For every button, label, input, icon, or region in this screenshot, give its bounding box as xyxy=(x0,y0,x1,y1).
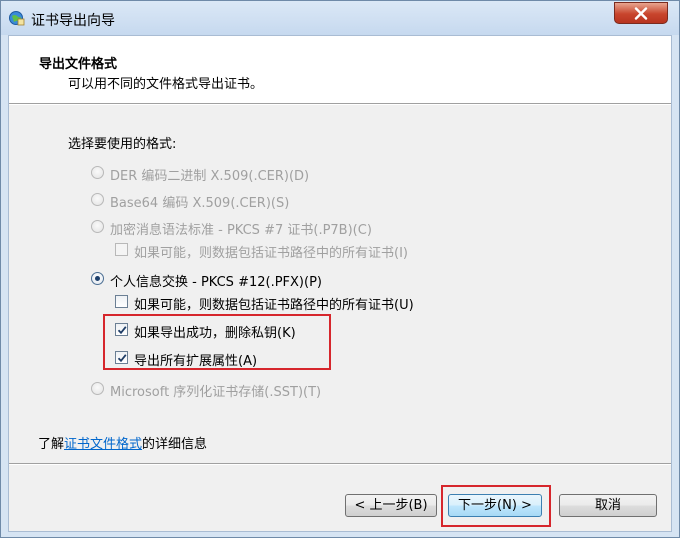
window-title: 证书导出向导 xyxy=(31,13,115,29)
certificate-export-wizard-window: 证书导出向导 导出文件格式 可以用不同的文件格式导出证书。 选择要使用的格式: … xyxy=(0,0,680,538)
radio-pkcs7-circle[interactable] xyxy=(91,220,104,233)
radio-base64-circle[interactable] xyxy=(91,193,104,206)
learn-more-prefix: 了解 xyxy=(38,437,65,452)
checkbox-pkcs12-include-path-label: 如果可能，则数据包括证书路径中的所有证书(U) xyxy=(134,298,414,313)
radio-sst-circle[interactable] xyxy=(91,382,104,395)
radio-selected-dot xyxy=(95,276,100,281)
radio-der-label: DER 编码二进制 X.509(.CER)(D) xyxy=(110,169,310,184)
radio-pkcs12-label: 个人信息交换 - PKCS #12(.PFX)(P) xyxy=(110,275,322,290)
checkbox-pkcs7-include-path-label: 如果可能，则数据包括证书路径中的所有证书(I) xyxy=(134,246,408,261)
radio-sst-label: Microsoft 序列化证书存储(.SST)(T) xyxy=(110,385,322,400)
highlight-annotation-next xyxy=(441,485,551,527)
radio-pkcs12-circle[interactable] xyxy=(91,272,104,285)
certificate-globe-icon xyxy=(9,10,25,26)
radio-base64-label: Base64 编码 X.509(.CER)(S) xyxy=(110,196,290,211)
page-title: 导出文件格式 xyxy=(39,57,118,72)
checkbox-pkcs12-include-path-box[interactable] xyxy=(115,295,128,308)
radio-der-circle[interactable] xyxy=(91,166,104,179)
back-button[interactable]: < 上一步(B) xyxy=(345,494,437,517)
radio-pkcs7-label: 加密消息语法标准 - PKCS #7 证书(.P7B)(C) xyxy=(110,223,372,238)
wizard-header: 导出文件格式 可以用不同的文件格式导出证书。 xyxy=(9,36,671,104)
cancel-button[interactable]: 取消 xyxy=(559,494,657,517)
format-prompt: 选择要使用的格式: xyxy=(68,137,177,152)
footer-divider xyxy=(9,463,671,465)
wizard-page: 导出文件格式 可以用不同的文件格式导出证书。 选择要使用的格式: DER 编码二… xyxy=(8,35,672,532)
header-divider xyxy=(9,103,671,105)
close-icon xyxy=(634,7,648,20)
title-bar[interactable]: 证书导出向导 xyxy=(1,1,679,35)
learn-more-line: 了解证书文件格式的详细信息 xyxy=(38,433,207,452)
learn-more-suffix: 的详细信息 xyxy=(142,437,208,452)
checkbox-pkcs7-include-path-box[interactable] xyxy=(115,243,128,256)
page-subtitle: 可以用不同的文件格式导出证书。 xyxy=(68,77,264,92)
certificate-file-formats-link[interactable]: 证书文件格式 xyxy=(64,437,142,452)
highlight-annotation-checkboxes xyxy=(103,314,331,370)
close-button[interactable] xyxy=(614,2,668,24)
